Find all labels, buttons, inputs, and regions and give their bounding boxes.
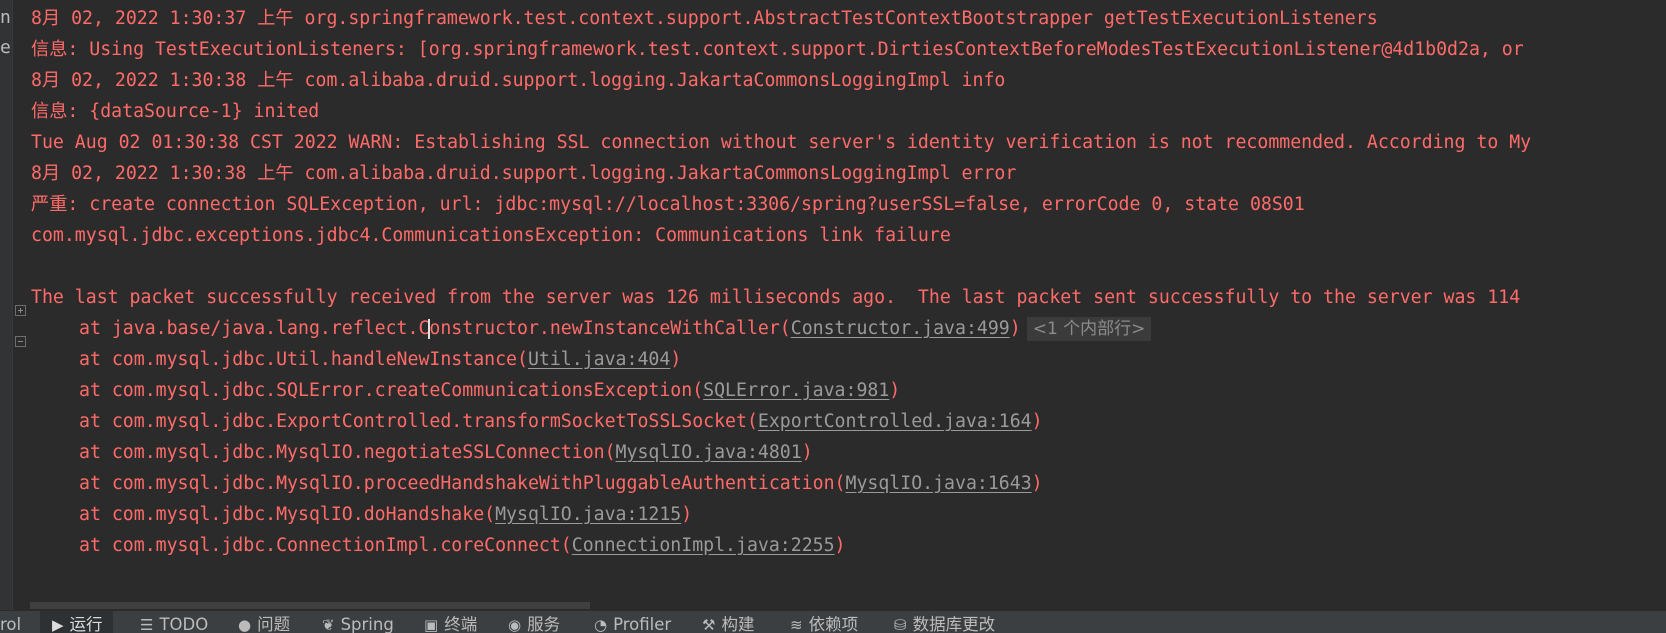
collapse-fold-icon[interactable] — [15, 336, 26, 347]
tool-tab-label: TODO — [159, 615, 209, 633]
stack-trace-line: at com.mysql.jdbc.SQLError.createCommuni… — [79, 374, 900, 407]
spring-leaf-icon: ❦ — [322, 616, 335, 633]
source-link[interactable]: MysqlIO.java:1643 — [846, 473, 1032, 494]
stack-trace-line: at com.mysql.jdbc.MysqlIO.negotiateSSLCo… — [79, 436, 813, 469]
stack-trace-line: at java.base/java.lang.reflect.Construct… — [79, 312, 1152, 345]
trace-text: ) — [1031, 473, 1043, 494]
trace-text: at com.mysql.jdbc.MysqlIO.proceedHandsha… — [79, 473, 846, 494]
services-icon: ◉ — [508, 616, 522, 633]
tool-tab-database-changes[interactable]: ⛁ 数据库更改 — [894, 611, 995, 633]
tool-tab-label: 构建 — [721, 615, 755, 633]
tool-tab-label: 服务 — [527, 615, 561, 633]
console-line: 8月 02, 2022 1:30:38 上午 com.alibaba.druid… — [31, 70, 1006, 91]
tool-tab-label: Spring — [340, 615, 394, 633]
tool-tab-label: 问题 — [257, 615, 291, 633]
console-line: 8月 02, 2022 1:30:38 上午 com.alibaba.druid… — [31, 163, 1017, 184]
source-link[interactable]: MysqlIO.java:1215 — [495, 504, 681, 525]
trace-text: at com.mysql.jdbc.Util.handleNewInstance… — [79, 349, 528, 370]
console-line: 8月 02, 2022 1:30:37 上午 org.springframewo… — [31, 8, 1378, 29]
console-line: 信息: Using TestExecutionListeners: [org.s… — [31, 39, 1524, 60]
console-line: The last packet successfully received fr… — [31, 287, 1521, 308]
folded-frames-badge[interactable]: <1 个内部行> — [1026, 317, 1152, 341]
tool-tab-build[interactable]: ⚒ 构建 — [702, 611, 754, 633]
tool-tab-label: 依赖项 — [808, 615, 859, 633]
tool-tab-todo[interactable]: ☰ TODO — [140, 611, 208, 633]
stack-trace-line: at com.mysql.jdbc.ConnectionImpl.coreCon… — [79, 529, 846, 562]
hammer-icon: ⚒ — [702, 616, 716, 633]
left-panel-fragment: e — [0, 37, 11, 58]
left-panel-fragment: ns — [0, 7, 12, 28]
trace-text: at com.mysql.jdbc.ExportControlled.trans… — [79, 411, 758, 432]
tool-tab-label: Profiler — [613, 615, 672, 633]
tool-tab-run[interactable]: ▶ 运行 — [40, 611, 113, 633]
trace-text: at java.base/java.lang.reflect.C — [79, 318, 430, 339]
stack-trace-line: at com.mysql.jdbc.MysqlIO.doHandshake(My… — [79, 498, 692, 531]
horizontal-scrollbar[interactable] — [30, 601, 1666, 610]
tool-tab-label: rol — [0, 615, 22, 633]
source-link[interactable]: MysqlIO.java:4801 — [616, 442, 802, 463]
source-link[interactable]: ExportControlled.java:164 — [758, 411, 1032, 432]
trace-text: onstructor.newInstanceWithCaller( — [429, 318, 791, 339]
profiler-icon: ◔ — [594, 616, 608, 633]
console-line: Tue Aug 02 01:30:38 CST 2022 WARN: Estab… — [31, 132, 1532, 153]
trace-text: at com.mysql.jdbc.ConnectionImpl.coreCon… — [79, 535, 572, 556]
run-icon: ▶ — [52, 616, 64, 633]
trace-text: at com.mysql.jdbc.SQLError.createCommuni… — [79, 380, 704, 401]
tool-tab-label: 终端 — [444, 615, 478, 633]
tool-tab-dependencies[interactable]: ≋ 依赖项 — [790, 611, 858, 633]
tool-tab-terminal[interactable]: ▣ 终端 — [424, 611, 477, 633]
source-link[interactable]: ConnectionImpl.java:2255 — [572, 535, 835, 556]
trace-text: ) — [1031, 411, 1043, 432]
stack-trace-line: at com.mysql.jdbc.ExportControlled.trans… — [79, 405, 1043, 438]
tool-tab-spring[interactable]: ❦ Spring — [322, 611, 394, 633]
tool-tab-profiler[interactable]: ◔ Profiler — [594, 611, 671, 633]
terminal-icon: ▣ — [424, 616, 439, 633]
tool-tab-label: 数据库更改 — [912, 615, 996, 633]
console-line: 信息: {dataSource-1} inited — [31, 101, 320, 122]
expand-fold-icon[interactable] — [15, 305, 26, 316]
trace-text: ) — [834, 535, 846, 556]
trace-text: ) — [801, 442, 813, 463]
source-link[interactable]: SQLError.java:981 — [703, 380, 889, 401]
tool-tab-services[interactable]: ◉ 服务 — [508, 611, 560, 633]
tool-tab-control[interactable]: rol — [0, 611, 21, 633]
trace-text: ) — [889, 380, 901, 401]
left-panel-edge: ns e — [0, 0, 13, 610]
trace-text: at com.mysql.jdbc.MysqlIO.doHandshake( — [79, 504, 496, 525]
trace-text: ) — [681, 504, 693, 525]
database-icon: ⛁ — [894, 616, 907, 633]
source-link[interactable]: Constructor.java:499 — [791, 318, 1010, 339]
console-line: com.mysql.jdbc.exceptions.jdbc4.Communic… — [31, 225, 951, 246]
list-icon: ☰ — [140, 616, 154, 633]
layers-icon: ≋ — [790, 616, 803, 633]
horizontal-scrollbar-thumb[interactable] — [30, 602, 590, 609]
console-line: 严重: create connection SQLException, url:… — [31, 194, 1305, 215]
stack-trace-line: at com.mysql.jdbc.MysqlIO.proceedHandsha… — [79, 467, 1043, 500]
trace-text: ) — [1009, 318, 1021, 339]
trace-text: ) — [670, 349, 682, 370]
problems-icon: ● — [238, 616, 252, 633]
trace-text: at com.mysql.jdbc.MysqlIO.negotiateSSLCo… — [79, 442, 616, 463]
source-link[interactable]: Util.java:404 — [528, 349, 670, 370]
tool-tab-label: 运行 — [69, 615, 103, 633]
bottom-tool-window-bar: rol ▶ 运行 ☰ TODO ● 问题 ❦ Spring ▣ 终端 ◉ 服务 ◔ Profi… — [0, 610, 1666, 633]
stack-trace-line: at com.mysql.jdbc.Util.handleNewInstance… — [79, 343, 681, 376]
tool-tab-problems[interactable]: ● 问题 — [238, 611, 290, 633]
run-console[interactable]: ns e 8月 02, 2022 1:30:37 上午 org.springfr… — [0, 0, 1666, 610]
